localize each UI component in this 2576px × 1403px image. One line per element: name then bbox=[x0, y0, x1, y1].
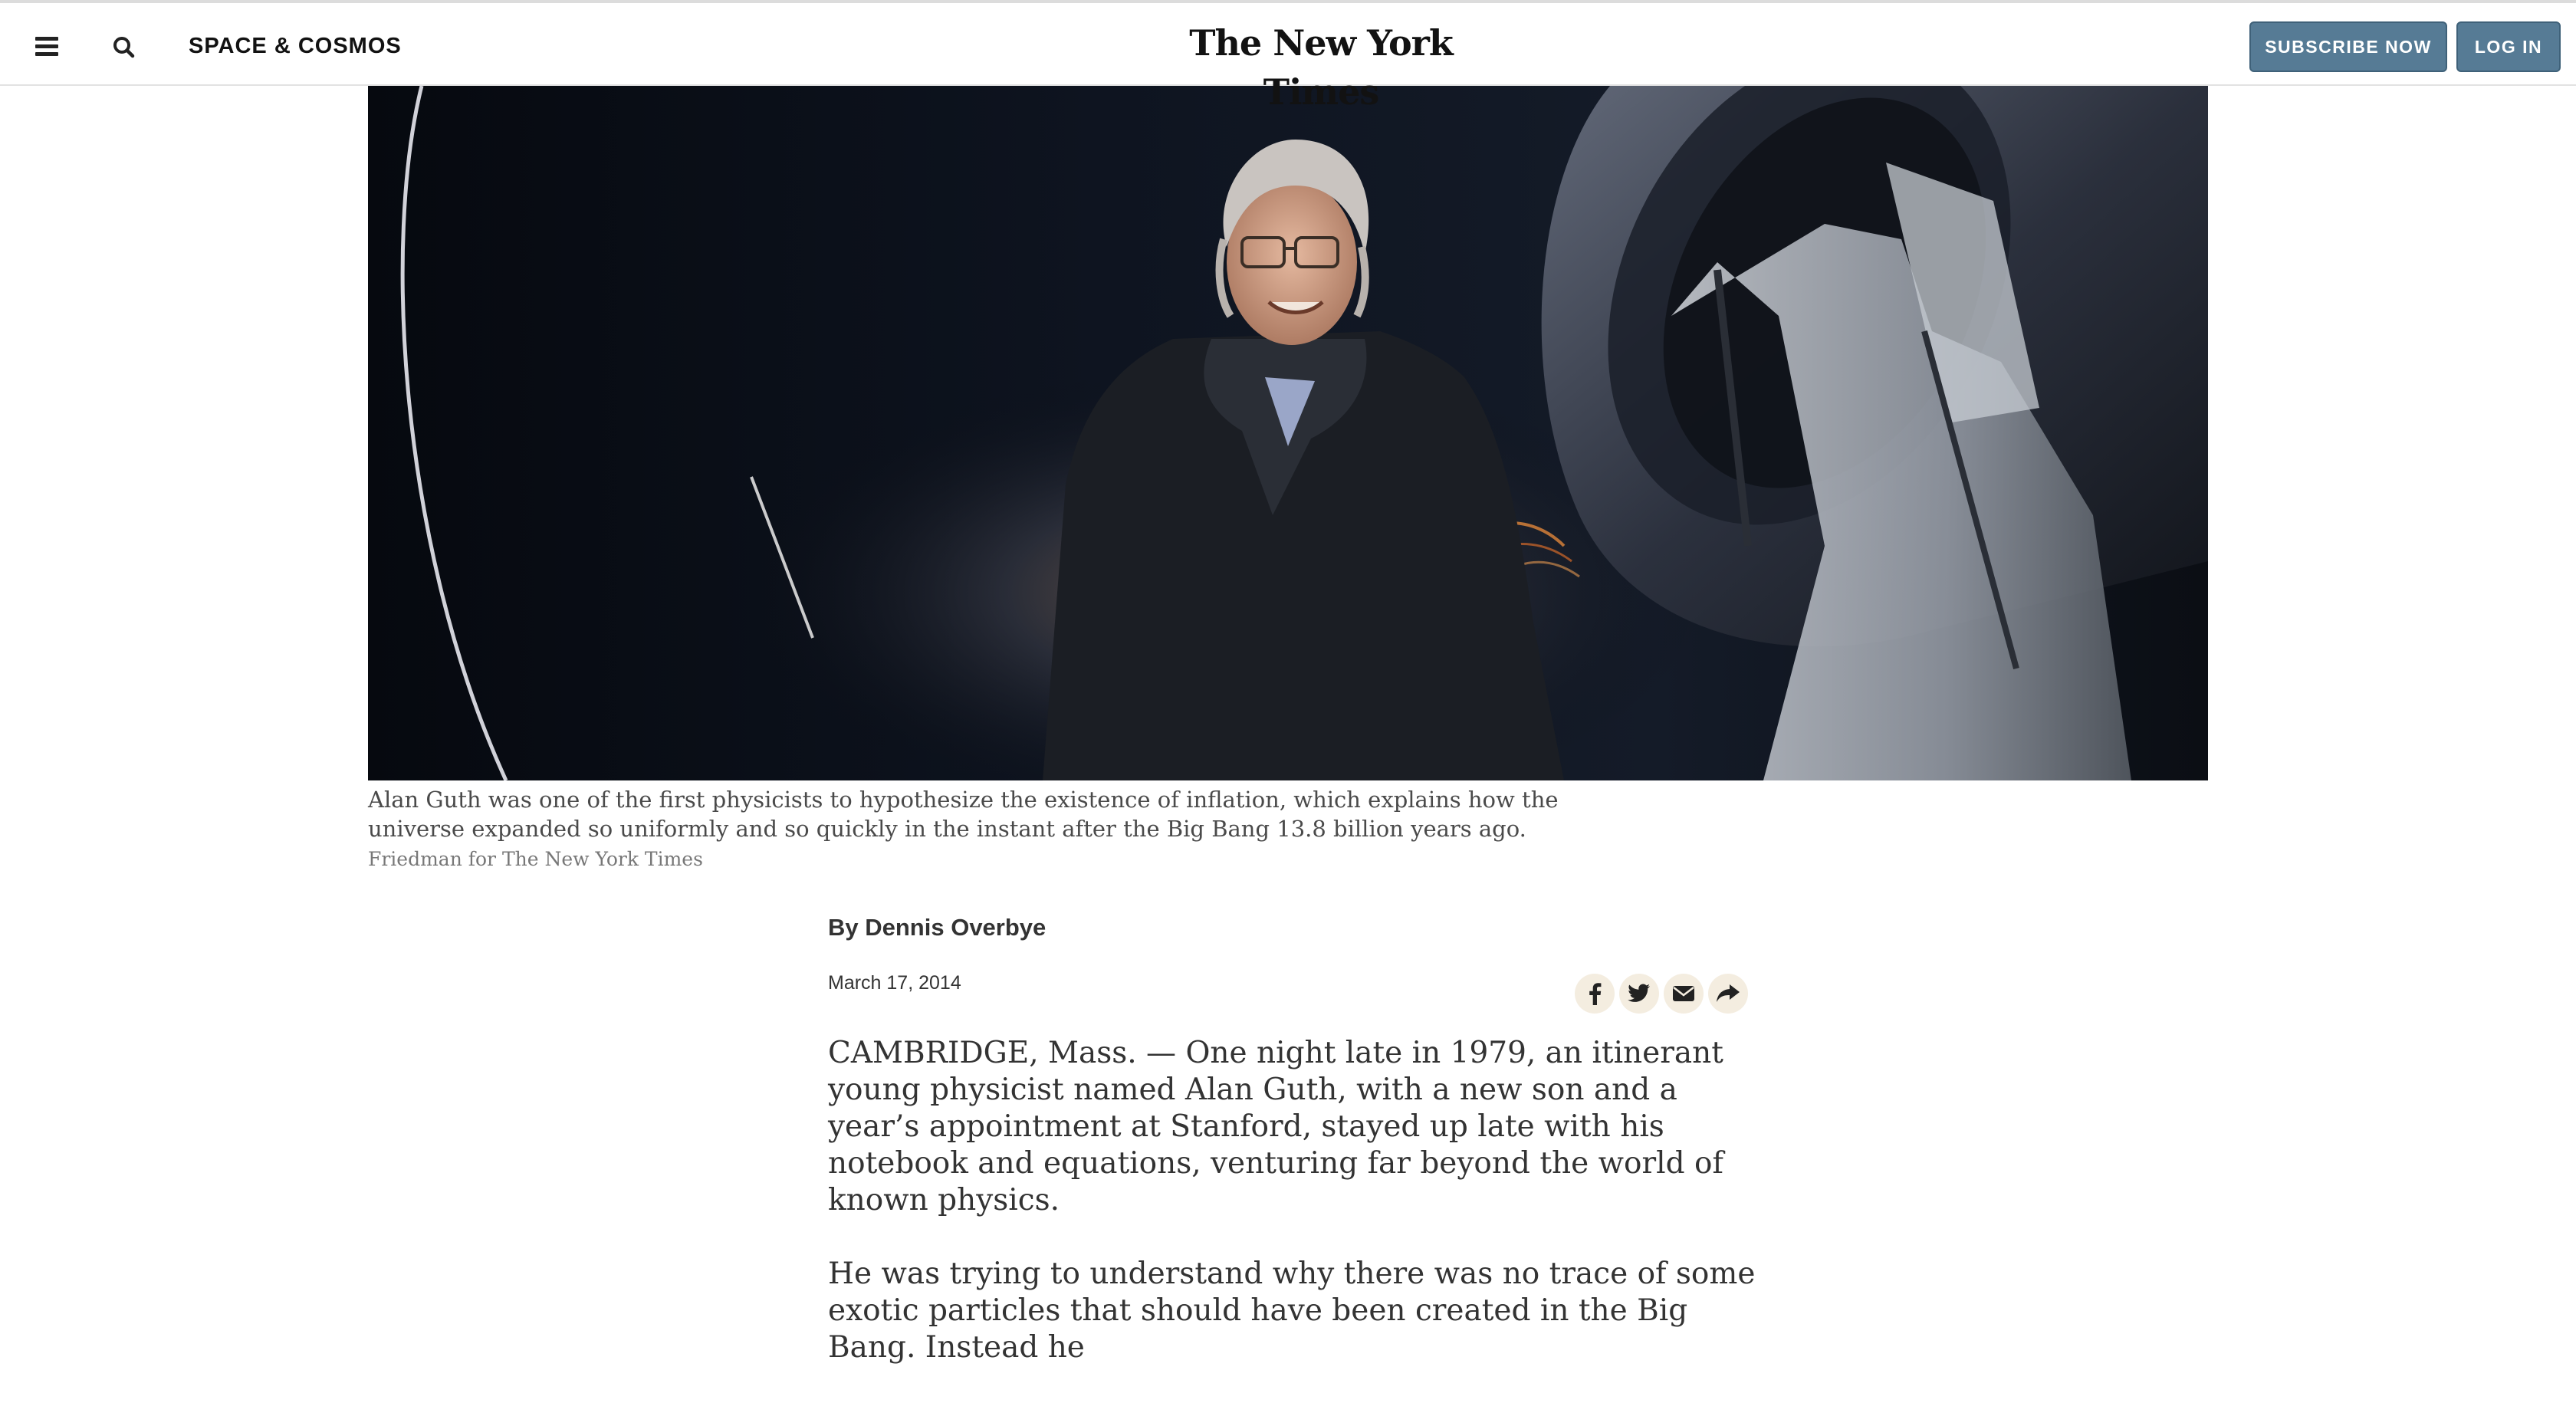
photo-credit: Friedman for The New York Times bbox=[368, 848, 703, 870]
photo-caption: Alan Guth was one of the first physicist… bbox=[368, 785, 1595, 874]
publish-date: March 17, 2014 bbox=[828, 972, 961, 994]
nyt-logo[interactable]: The New York Times bbox=[1173, 18, 1469, 117]
twitter-icon[interactable] bbox=[1619, 974, 1659, 1014]
email-icon[interactable] bbox=[1664, 974, 1704, 1014]
section-link[interactable]: SPACE & COSMOS bbox=[189, 31, 402, 61]
login-button[interactable]: LOG IN bbox=[2456, 21, 2561, 72]
share-icon[interactable] bbox=[1708, 974, 1748, 1014]
caption-text: Alan Guth was one of the first physicist… bbox=[368, 787, 1559, 842]
menu-icon[interactable] bbox=[35, 35, 60, 57]
facebook-icon[interactable] bbox=[1575, 974, 1615, 1014]
share-tools bbox=[1575, 974, 1748, 1014]
hero-photo bbox=[368, 86, 2208, 780]
article-body: CAMBRIDGE, Mass. — One night late in 197… bbox=[828, 1035, 1763, 1403]
article-paragraph: He was trying to understand why there wa… bbox=[828, 1257, 1756, 1365]
subscribe-button[interactable]: SUBSCRIBE NOW bbox=[2249, 21, 2447, 72]
search-icon[interactable] bbox=[109, 32, 140, 63]
masthead: SPACE & COSMOS The New York Times SUBSCR… bbox=[0, 0, 2576, 113]
byline[interactable]: By Dennis Overbye bbox=[828, 914, 1046, 941]
article-paragraph: CAMBRIDGE, Mass. — One night late in 197… bbox=[828, 1036, 1723, 1217]
